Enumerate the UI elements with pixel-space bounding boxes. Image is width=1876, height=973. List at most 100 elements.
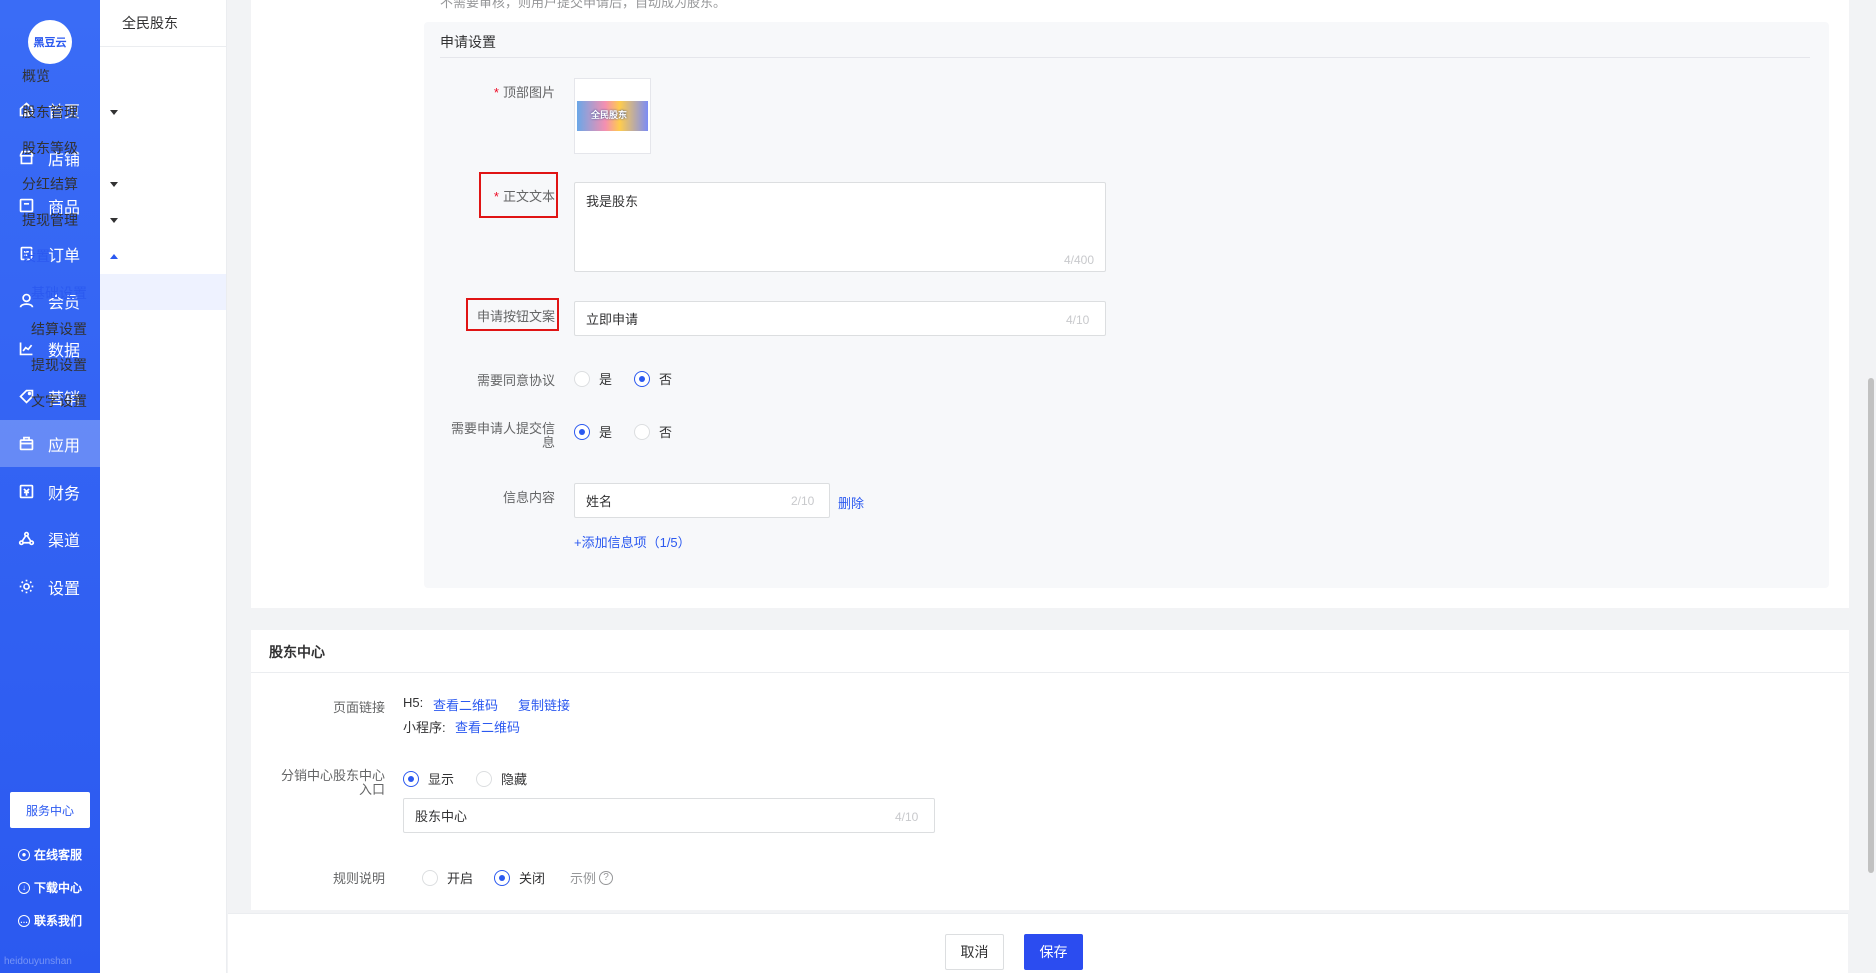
body-text-label: * 正文文本 (470, 186, 555, 205)
nav-apps[interactable]: 应用 (0, 420, 100, 467)
radio-circle (634, 423, 650, 440)
chevron-down-icon (110, 109, 118, 115)
nav-finance-label: 财务 (48, 485, 81, 503)
entry-show-radio[interactable]: 显示 (403, 769, 454, 788)
sidebar-sub-basic-settings[interactable]: 基础设置 (31, 283, 87, 303)
agree-no-label: 否 (659, 372, 673, 387)
info-name-counter: 2/10 (791, 494, 815, 508)
submit-yes-label: 是 (599, 425, 613, 440)
copy-link[interactable]: 复制链接 (518, 695, 570, 714)
sidebar-item-dividends[interactable]: 分红结算 (22, 174, 118, 194)
nav-channel-label: 渠道 (48, 532, 81, 550)
save-button[interactable]: 保存 (1024, 934, 1083, 970)
top-image-upload[interactable]: 全民股东 (574, 78, 651, 154)
sidebar-item-withdrawals[interactable]: 提现管理 (22, 210, 118, 230)
download-center-link[interactable]: ↓ 下载中心 (18, 879, 82, 896)
sidebar-active-highlight (100, 274, 226, 310)
divider (251, 672, 1849, 673)
body-text-label-text: 正文文本 (502, 189, 555, 204)
nav-finance[interactable]: 财务 (0, 468, 100, 515)
online-support-link[interactable]: ● 在线客服 (18, 846, 82, 863)
nav-channel[interactable]: 渠道 (0, 515, 100, 562)
watermark: heidouyunshan (4, 956, 72, 967)
cancel-button[interactable]: 取消 (945, 934, 1004, 970)
brand-logo[interactable]: 黑豆云 (28, 20, 72, 64)
entry-label: 分销中心股东中心入口 (280, 768, 385, 797)
scrollbar-thumb[interactable] (1868, 378, 1874, 873)
delete-info-link[interactable]: 删除 (838, 493, 864, 512)
sidebar-item-settings[interactable]: 设置 (22, 246, 118, 266)
service-center-button[interactable]: 服务中心 (10, 792, 90, 828)
entry-hide-radio[interactable]: 隐藏 (476, 769, 527, 788)
sidebar-item-levels[interactable]: 股东等级 (22, 138, 118, 158)
entry-name-counter: 4/10 (895, 810, 919, 824)
sidebar-item-overview[interactable]: 概览 (22, 66, 118, 86)
radio-circle (574, 370, 590, 387)
secondary-sidebar-title: 全民股东 (100, 0, 226, 47)
download-center-label: 下载中心 (34, 881, 83, 895)
mini-program-label: 小程序: (403, 720, 446, 735)
apply-settings-title: 申请设置 (440, 32, 1810, 58)
chevron-down-icon (110, 181, 118, 187)
agree-protocol-label: 需要同意协议 (476, 373, 555, 388)
finance-icon (19, 484, 34, 499)
radio-circle-checked (574, 423, 590, 440)
agree-yes-radio[interactable]: 是 (574, 369, 612, 388)
sidebar-item-settings-label: 设置 (22, 248, 50, 264)
sidebar-sub-settlement-settings[interactable]: 结算设置 (31, 319, 87, 339)
agree-no-radio[interactable]: 否 (634, 369, 672, 388)
example-hint[interactable]: 示例? (570, 868, 614, 887)
download-icon: ↓ (18, 881, 30, 894)
submit-info-label: 需要申请人提交信息 (450, 421, 555, 450)
contact-us-label: 联系我们 (34, 914, 83, 928)
sidebar-item-levels-label: 股东等级 (22, 140, 78, 156)
required-mark: * (493, 189, 499, 204)
rule-close-label: 关闭 (519, 871, 546, 886)
top-image-label-text: 顶部图片 (502, 85, 555, 100)
rule-open-radio[interactable]: 开启 (422, 868, 473, 887)
support-icon: ● (18, 848, 30, 861)
radio-circle-checked (494, 869, 510, 886)
rule-open-label: 开启 (447, 871, 474, 886)
submit-yes-radio[interactable]: 是 (574, 422, 612, 441)
shareholder-center-title: 股东中心 (269, 644, 325, 660)
online-support-label: 在线客服 (34, 848, 83, 862)
body-text-counter: 4/400 (1064, 253, 1095, 267)
channel-icon (18, 531, 35, 546)
mini-view-qr-link[interactable]: 查看二维码 (455, 717, 520, 736)
page-link-label: 页面链接 (332, 700, 385, 715)
submit-no-radio[interactable]: 否 (634, 422, 672, 441)
required-mark: * (493, 85, 499, 100)
button-text-counter: 4/10 (1066, 313, 1090, 327)
chevron-down-icon (110, 217, 118, 223)
top-note: 不需要审核，则用户提交申请后，自动成为股东。 (440, 0, 727, 10)
entry-show-label: 显示 (428, 772, 455, 787)
contact-us-link[interactable]: … 联系我们 (18, 912, 82, 929)
radio-circle (476, 770, 492, 787)
sidebar-item-dividends-label: 分红结算 (22, 176, 78, 192)
nav-settings-label: 设置 (48, 580, 81, 598)
sidebar-sub-text-settings[interactable]: 文字设置 (31, 391, 87, 411)
app-icon (19, 436, 34, 451)
top-image-text: 全民股东 (591, 110, 628, 120)
nav-settings[interactable]: 设置 (0, 563, 100, 610)
submit-no-label: 否 (659, 425, 673, 440)
sidebar-item-withdrawals-label: 提现管理 (22, 212, 78, 228)
rule-close-radio[interactable]: 关闭 (494, 868, 545, 887)
add-info-link[interactable]: +添加信息项（1/5） (574, 532, 691, 551)
rule-label: 规则说明 (332, 871, 385, 886)
example-label: 示例 (570, 871, 597, 886)
radio-circle-checked (634, 370, 650, 387)
sidebar-item-overview-label: 概览 (22, 68, 50, 84)
chat-icon: … (18, 914, 30, 927)
h5-view-qr-link[interactable]: 查看二维码 (433, 695, 498, 714)
radio-circle (422, 869, 438, 886)
button-text-input[interactable]: 立即申请 (574, 301, 1106, 336)
entry-name-input[interactable]: 股东中心 (403, 798, 935, 833)
top-image-label: * 顶部图片 (470, 82, 555, 101)
body-text-textarea[interactable]: 我是股东 (574, 182, 1106, 272)
sidebar-item-shareholders[interactable]: 股东管理 (22, 102, 118, 122)
sidebar-sub-withdraw-settings[interactable]: 提现设置 (31, 355, 87, 375)
agree-yes-label: 是 (599, 372, 613, 387)
entry-hide-label: 隐藏 (501, 772, 528, 787)
